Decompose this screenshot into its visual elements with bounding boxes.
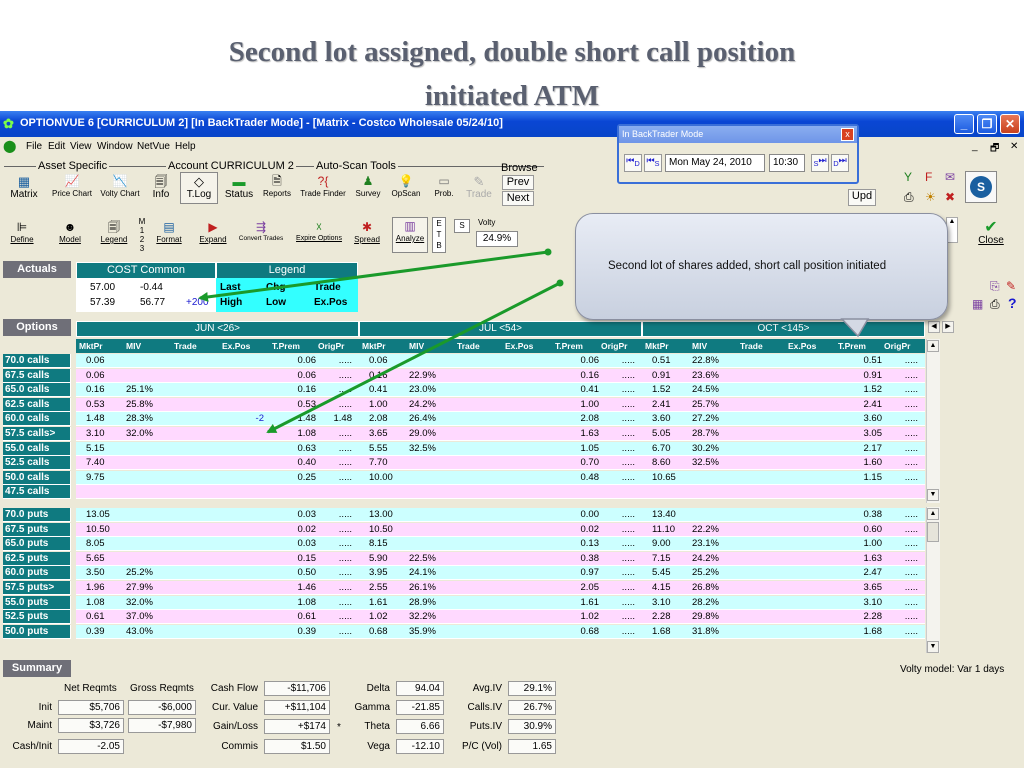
arrow-to-expos	[198, 250, 549, 302]
annotation-arrows	[198, 248, 870, 434]
callout-tail	[840, 318, 870, 338]
arrow-dot-2	[556, 279, 564, 287]
arrow-dot-1	[544, 248, 552, 256]
arrow-to-call-position	[266, 281, 561, 434]
